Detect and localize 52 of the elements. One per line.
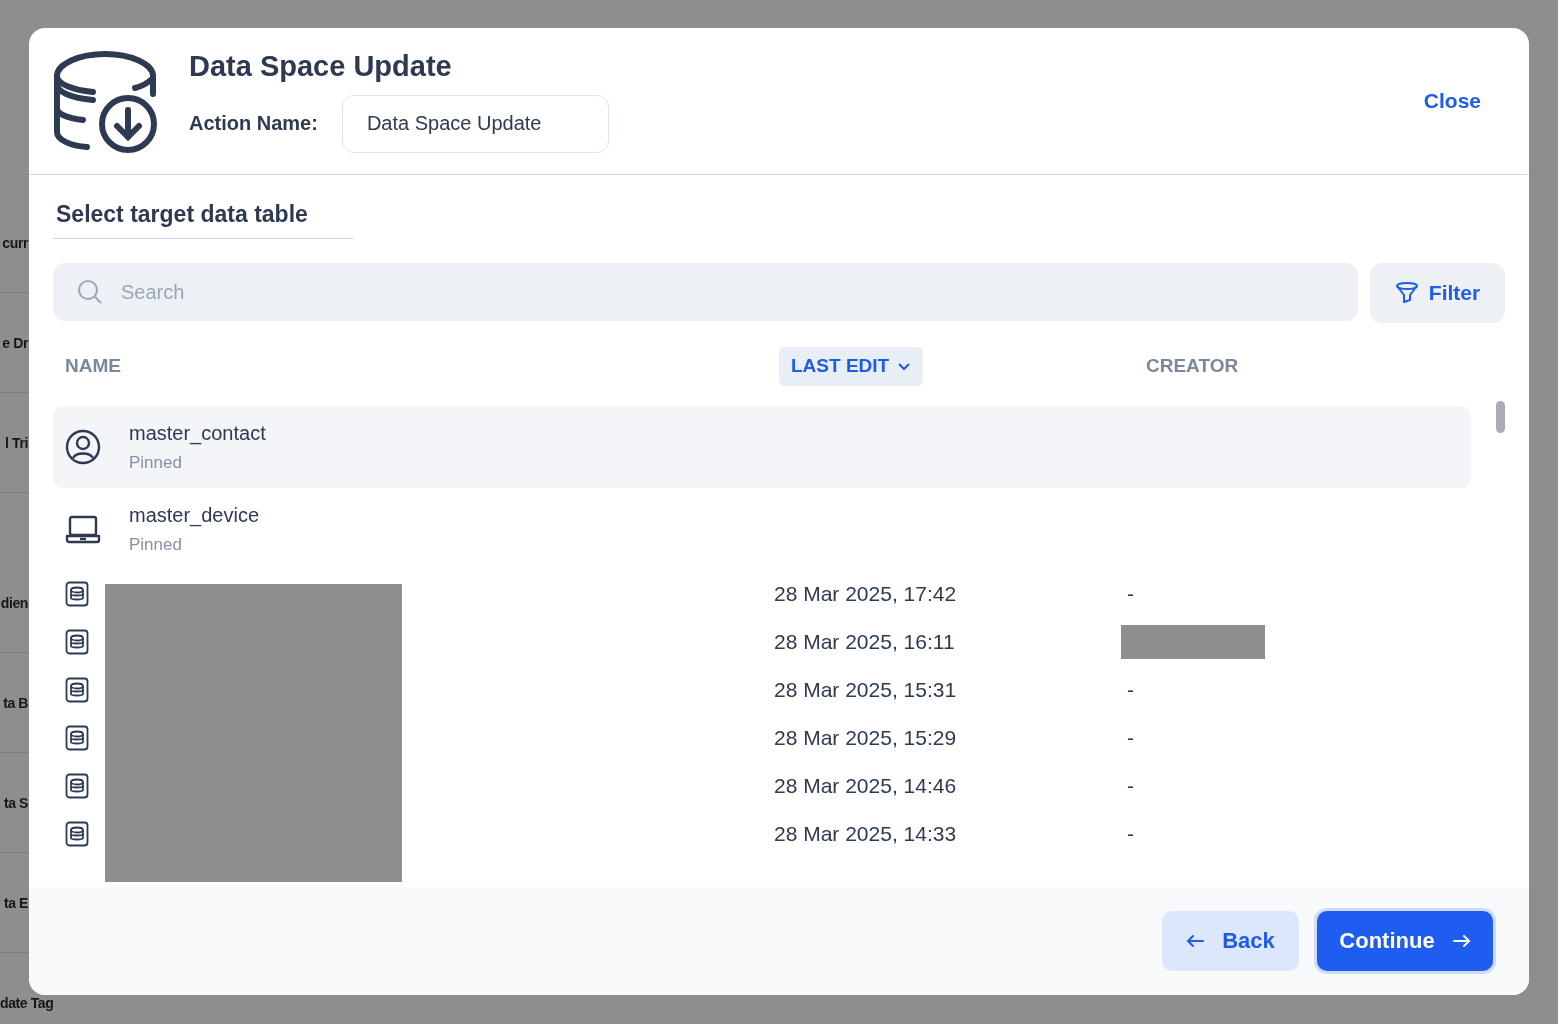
column-header[interactable]: CREATOR (1121, 355, 1505, 377)
database-download-icon (53, 48, 159, 154)
creator-cell-text: - (1126, 822, 1135, 846)
search-input[interactable]: Search (119, 279, 1334, 305)
last-edit-cell-text: 28 Mar 2025, 15:29 (774, 726, 958, 750)
table-file-icon (65, 629, 89, 655)
pinned-label: Pinned (129, 534, 183, 555)
creator-cell-text: - (1126, 582, 1135, 606)
close-link[interactable]: Close (1423, 89, 1481, 113)
sidebar-label: l Tri (4, 434, 28, 451)
continue-button[interactable]: Continue (1317, 911, 1493, 971)
sidebar-label: date Tag (0, 994, 54, 1011)
last-edit-cell-text: 28 Mar 2025, 17:42 (774, 582, 958, 606)
creator-cell-text: - (1126, 774, 1135, 798)
dialog-title: Data Space Update (189, 49, 453, 83)
creator-cell-text: - (1126, 678, 1135, 702)
filter-button[interactable]: Filter (1370, 263, 1505, 323)
search-icon (77, 279, 103, 305)
last-edit-cell-text: 28 Mar 2025, 15:31 (774, 678, 958, 702)
table-name: master_contact (129, 421, 266, 445)
sidebar-label: dien (0, 594, 28, 611)
arrow-right-icon (1452, 934, 1471, 948)
chevron-down-icon (897, 361, 912, 371)
back-button[interactable]: Back (1162, 911, 1299, 971)
sidebar-label: ta S (2, 794, 28, 811)
table-file-icon (65, 821, 89, 847)
table-file-icon (65, 725, 89, 751)
sidebar-label: ta E (2, 894, 28, 911)
table-file-icon (65, 581, 89, 607)
section-tab[interactable]: Select target data table (53, 195, 353, 239)
scrollbar-thumb[interactable] (1496, 401, 1505, 433)
last-edit-cell-text: 28 Mar 2025, 14:33 (774, 822, 958, 846)
sidebar-label: e Dr (1, 334, 28, 351)
action-name-field[interactable]: Data Space Update (341, 94, 609, 153)
filter-icon (1394, 281, 1419, 305)
pinned-label: Pinned (129, 452, 183, 473)
creator-cell-text: - (1126, 726, 1135, 750)
last-edit-cell-text: 28 Mar 2025, 16:11 (774, 630, 956, 654)
table-name: master_device (129, 503, 260, 527)
field-label: Action Name: (189, 112, 318, 135)
table-file-icon (65, 677, 89, 703)
column-header[interactable]: NAME (53, 355, 774, 377)
search-field[interactable]: Search (53, 263, 1358, 321)
arrow-left-icon (1186, 934, 1205, 948)
last-edit-cell-text: 28 Mar 2025, 14:46 (774, 774, 958, 798)
table-file-icon (65, 773, 89, 799)
user-circle-icon (65, 429, 101, 465)
sidebar-label: curr (1, 234, 28, 251)
laptop-icon (65, 514, 101, 544)
column-header[interactable]: LAST EDIT (779, 346, 924, 386)
table-row[interactable]: master_contact Pinned (53, 406, 1471, 488)
sidebar-label: ta B (2, 694, 28, 711)
